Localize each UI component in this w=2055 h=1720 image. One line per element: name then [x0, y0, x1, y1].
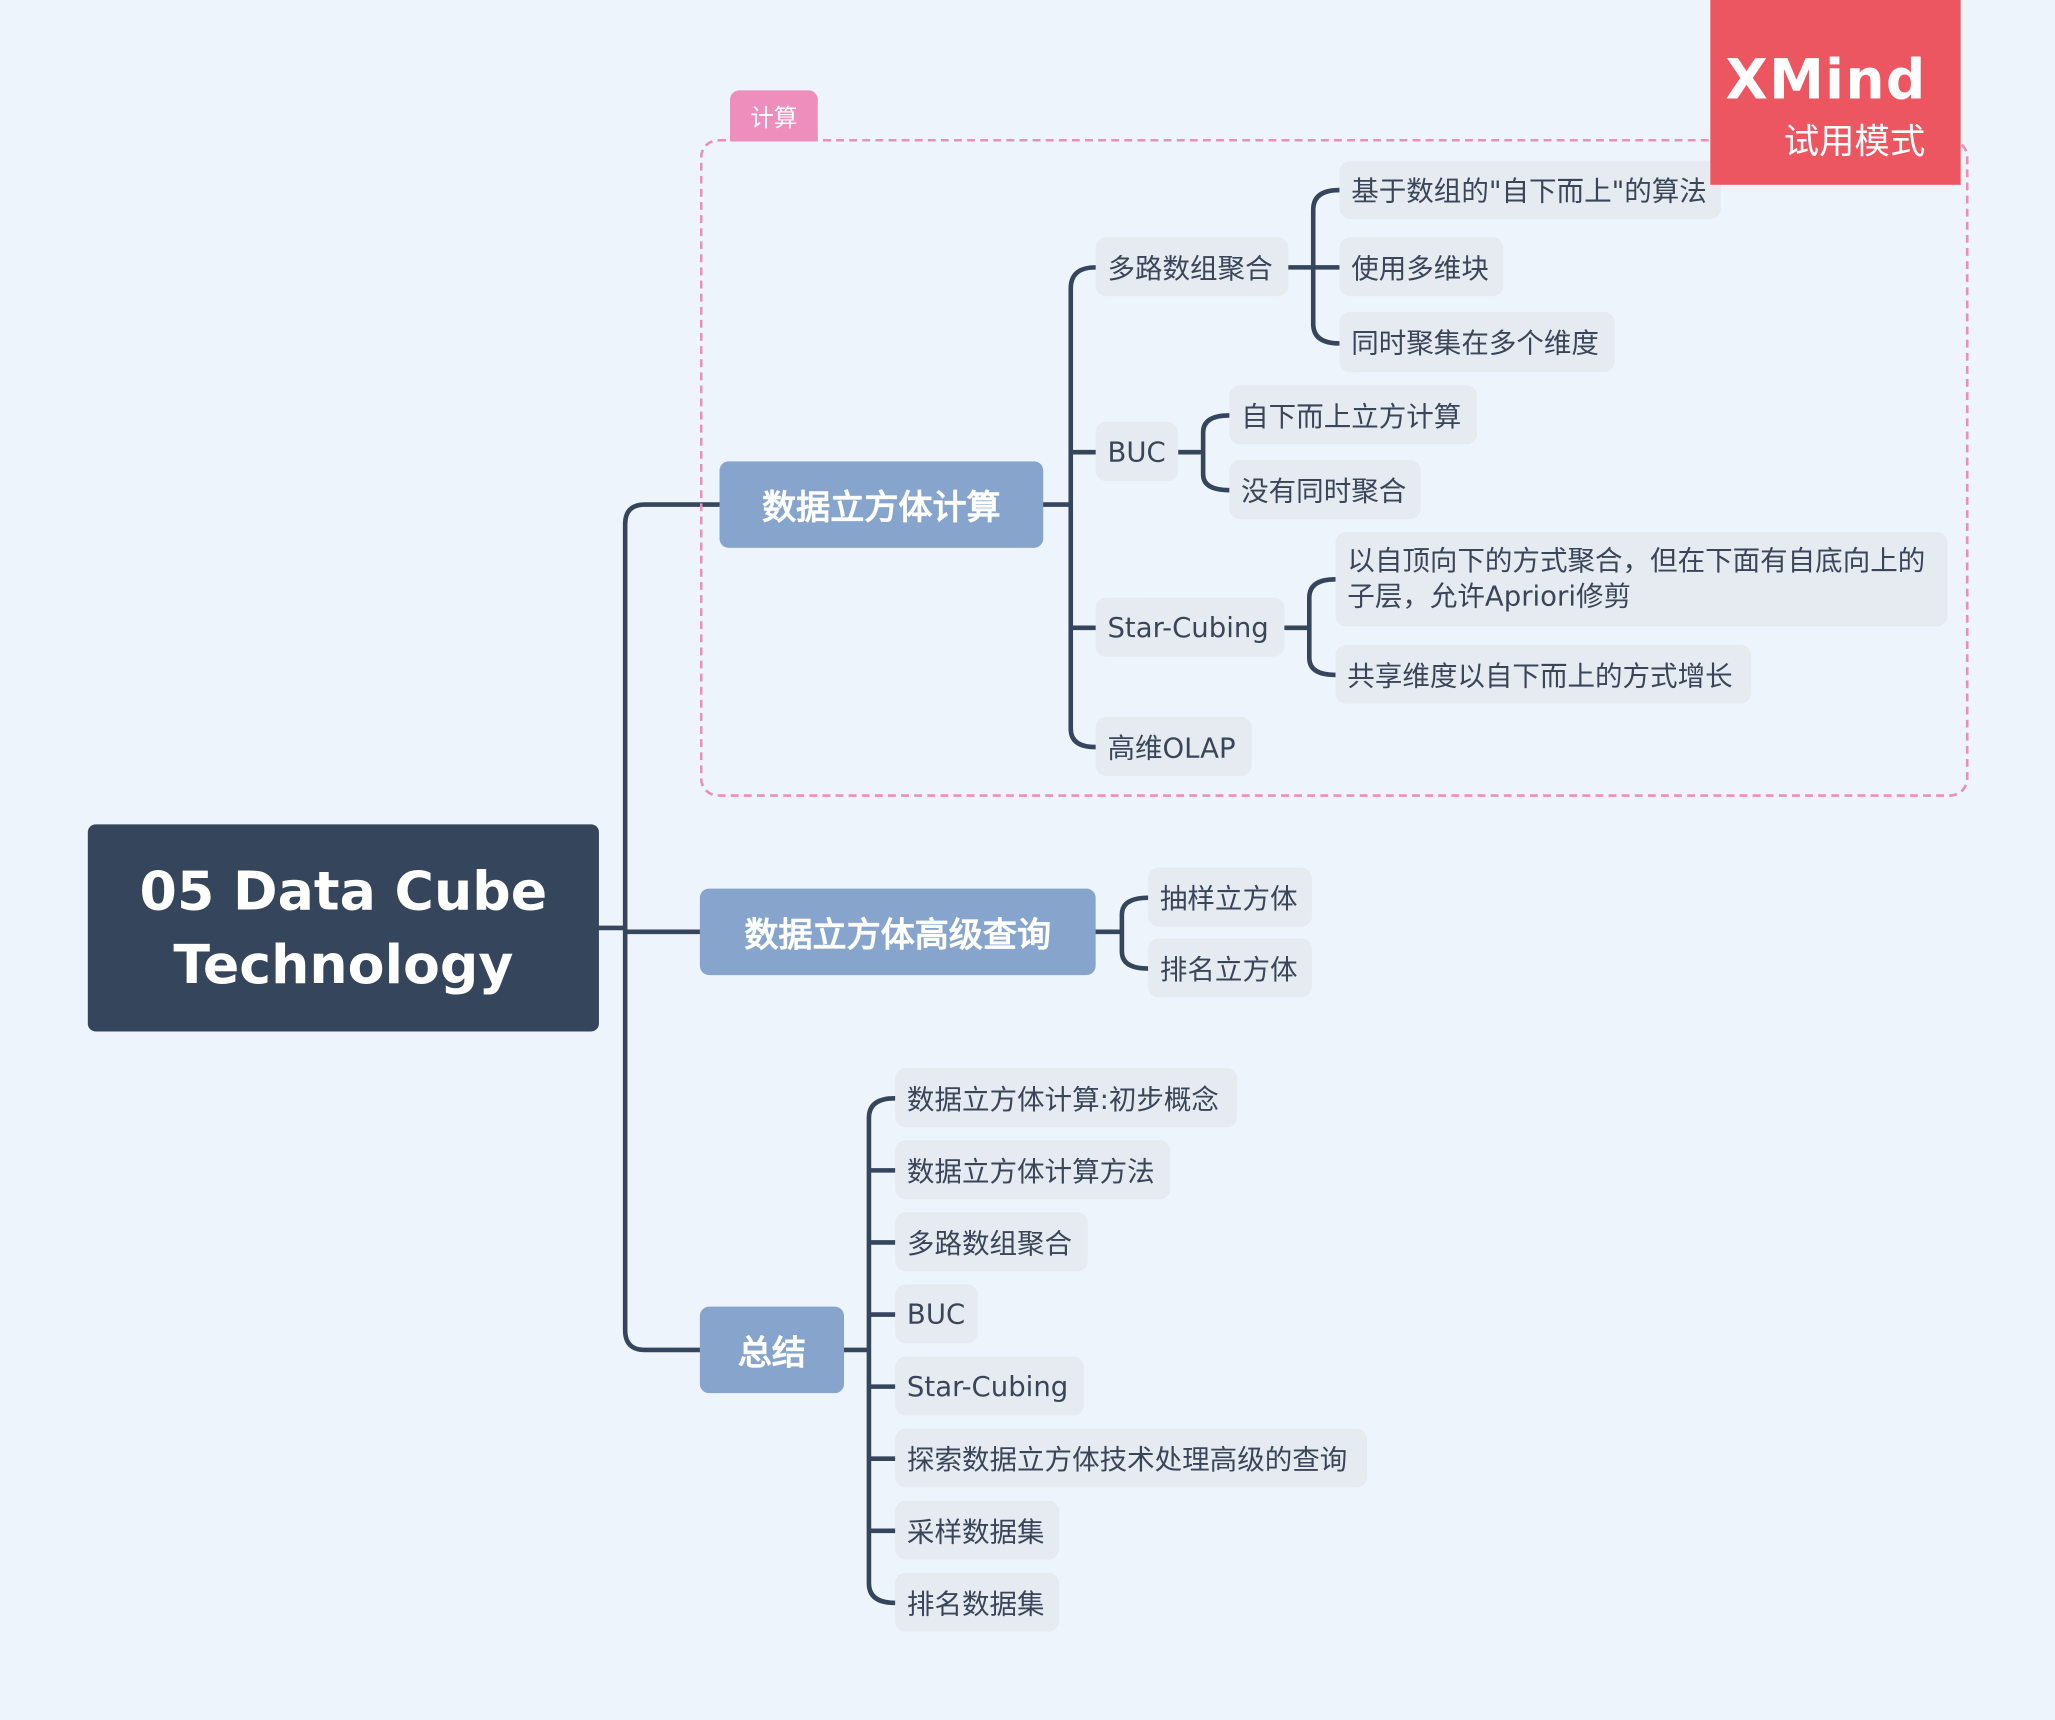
subtopic-simultaneous-aggregation[interactable]: 同时聚集在多个维度	[1339, 311, 1615, 373]
summary-item-multiway-aggregation[interactable]: 多路数组聚合	[895, 1212, 1088, 1272]
subtopic-bottom-up-cube[interactable]: 自下而上立方计算	[1229, 385, 1478, 445]
subtopic-no-simultaneous-aggregation[interactable]: 没有同时聚合	[1229, 460, 1421, 519]
subtopic-multiway-aggregation[interactable]: 多路数组聚合	[1095, 237, 1289, 297]
mind-map-canvas: 计算 05 Data Cube Technology 数据立方体计算 数据立方体…	[0, 0, 2055, 1720]
summary-item-preliminary-concepts[interactable]: 数据立方体计算:初步概念	[895, 1068, 1238, 1128]
subtopic-buc[interactable]: BUC	[1095, 422, 1179, 481]
xmind-trial-badge: XMind 试用模式	[1710, 0, 1961, 185]
subtopic-shared-dimensions[interactable]: 共享维度以自下而上的方式增长	[1335, 644, 1751, 704]
subtopic-array-bottom-up[interactable]: 基于数组的"自下而上"的算法	[1339, 161, 1721, 219]
subtopic-multidim-chunks[interactable]: 使用多维块	[1339, 237, 1504, 297]
trial-mode-label: 试用模式	[1783, 121, 1926, 163]
branch-advanced-query[interactable]: 数据立方体高级查询	[699, 888, 1096, 976]
summary-item-advanced-queries[interactable]: 探索数据立方体技术处理高级的查询	[895, 1428, 1367, 1488]
xmind-logo: XMind	[1725, 47, 1927, 112]
summary-item-computation-methods[interactable]: 数据立方体计算方法	[895, 1140, 1171, 1200]
boundary-label: 计算	[730, 90, 818, 142]
root-topic[interactable]: 05 Data Cube Technology	[87, 824, 599, 1032]
connector-branch-2	[1093, 895, 1151, 971]
subtopic-star-cubing[interactable]: Star-Cubing	[1095, 597, 1285, 657]
summary-item-sampling-dataset[interactable]: 采样数据集	[895, 1500, 1059, 1560]
subtopic-ranking-cube[interactable]: 排名立方体	[1148, 938, 1312, 998]
subtopic-sampling-cube[interactable]: 抽样立方体	[1148, 867, 1312, 927]
subtopic-top-down-aggregation[interactable]: 以自顶向下的方式聚合，但在下面有自底向上的子层，允许Apriori修剪	[1335, 532, 1948, 627]
subtopic-high-dim-olap[interactable]: 高维OLAP	[1095, 716, 1252, 776]
summary-item-star-cubing[interactable]: Star-Cubing	[895, 1356, 1084, 1416]
branch-data-cube-computation[interactable]: 数据立方体计算	[719, 461, 1044, 548]
summary-item-buc[interactable]: BUC	[895, 1284, 978, 1344]
branch-summary[interactable]: 总结	[699, 1306, 845, 1394]
connector-branch-3	[841, 1095, 898, 1606]
summary-item-ranking-dataset[interactable]: 排名数据集	[895, 1572, 1059, 1632]
